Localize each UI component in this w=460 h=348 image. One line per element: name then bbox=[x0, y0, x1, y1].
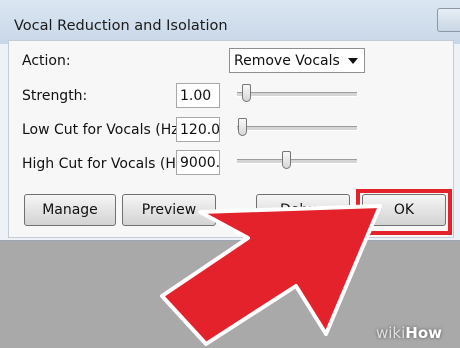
wikihow-watermark: wikiHow bbox=[376, 324, 443, 342]
pointer-arrow-shape bbox=[160, 204, 382, 346]
pointer-arrow-icon bbox=[160, 204, 382, 346]
